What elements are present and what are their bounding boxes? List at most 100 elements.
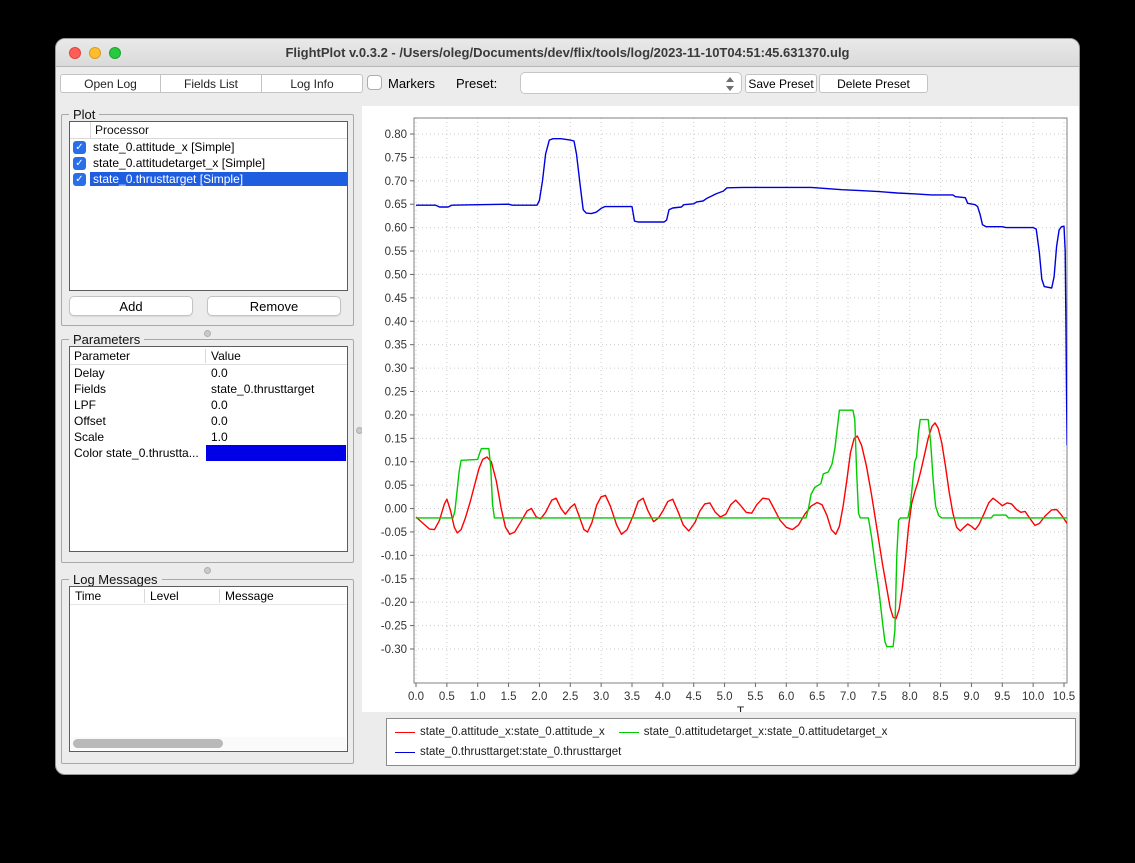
y-tick-label: 0.10 — [385, 457, 407, 469]
toolbar-button-group: Open Log Fields List Log Info — [60, 74, 363, 93]
save-preset-button[interactable]: Save Preset — [745, 74, 817, 93]
y-tick-label: -0.20 — [381, 597, 407, 609]
parameter-name: Fields — [70, 382, 205, 396]
legend-label: state_0.thrusttarget:state_0.thrusttarge… — [420, 746, 621, 758]
processor-list-item[interactable]: ✓ state_0.attitude_x [Simple] — [70, 139, 347, 155]
x-tick-label: 2.5 — [562, 691, 578, 703]
add-button[interactable]: Add — [69, 296, 193, 316]
x-tick-label: 0.5 — [439, 691, 455, 703]
series-line-state_0.attitudetarget_x[interactable] — [416, 410, 1067, 647]
log-messages-panel-title: Log Messages — [69, 572, 162, 587]
combobox-stepper-icon[interactable] — [725, 75, 735, 93]
y-tick-label: 0.45 — [385, 293, 407, 305]
value-column-header: Value — [205, 349, 347, 363]
toolbar: Open Log Fields List Log Info Markers Pr… — [56, 68, 1079, 98]
splitter-handle[interactable] — [204, 330, 211, 337]
series-line-state_0.thrusttarget[interactable] — [416, 139, 1067, 446]
close-window-button[interactable] — [69, 47, 81, 59]
parameter-row[interactable]: Delay0.0 — [70, 365, 347, 381]
processor-list-item[interactable]: ✓ state_0.attitudetarget_x [Simple] — [70, 155, 347, 171]
flight-data-chart[interactable]: 0.800.750.700.650.600.550.500.450.400.35… — [371, 106, 1076, 712]
scrollbar-thumb[interactable] — [73, 739, 223, 748]
y-tick-label: 0.40 — [385, 316, 407, 328]
x-tick-label: 6.0 — [778, 691, 794, 703]
processor-list[interactable]: Processor ✓state_0.attitude_x [Simple]✓s… — [69, 121, 348, 291]
x-tick-label: 5.0 — [717, 691, 733, 703]
legend-line-sample — [395, 732, 415, 733]
open-log-button[interactable]: Open Log — [60, 74, 161, 93]
legend-label: state_0.attitudetarget_x:state_0.attitud… — [644, 726, 888, 738]
color-parameter-name: Color state_0.thrustta... — [70, 446, 205, 460]
parameters-table-header: Parameter Value — [70, 347, 347, 365]
y-tick-label: 0.75 — [385, 152, 407, 164]
processor-rows: ✓ state_0.attitude_x [Simple] ✓ state_0.att… — [70, 139, 347, 187]
preset-combobox[interactable] — [520, 72, 742, 94]
item-label: state_0.attitude_x [Simple] — [90, 140, 237, 154]
fields-list-button[interactable]: Fields List — [161, 74, 262, 93]
x-tick-label: 6.5 — [809, 691, 825, 703]
x-tick-label: 4.5 — [686, 691, 702, 703]
parameters-table[interactable]: Parameter Value Delay0.0Fieldsstate_0.th… — [69, 346, 348, 552]
parameter-name: Scale — [70, 430, 205, 444]
markers-checkbox[interactable] — [367, 75, 382, 90]
parameter-value: 0.0 — [205, 414, 347, 428]
x-axis-label: T — [737, 704, 745, 712]
processor-list-header: Processor — [70, 122, 347, 139]
parameters-panel: Parameters Parameter Value Delay0.0Field… — [61, 339, 354, 563]
item-checkbox[interactable]: ✓ — [73, 173, 86, 186]
parameter-value: state_0.thrusttarget — [205, 382, 347, 396]
parameter-value: 1.0 — [205, 430, 347, 444]
item-label: state_0.attitudetarget_x [Simple] — [90, 156, 268, 170]
processor-list-item[interactable]: ✓state_0.thrusttarget [Simple] — [70, 171, 347, 187]
parameter-row[interactable]: Scale1.0 — [70, 429, 347, 445]
color-parameter-row[interactable]: Color state_0.thrustta... — [70, 445, 347, 461]
x-tick-label: 3.0 — [593, 691, 609, 703]
x-tick-label: 7.0 — [840, 691, 856, 703]
splitter-handle[interactable] — [204, 567, 211, 574]
time-column-header: Time — [70, 589, 144, 603]
y-tick-label: 0.65 — [385, 199, 407, 211]
log-info-button[interactable]: Log Info — [262, 74, 363, 93]
y-tick-label: 0.35 — [385, 340, 407, 352]
parameter-row[interactable]: LPF0.0 — [70, 397, 347, 413]
x-tick-label: 10.5 — [1053, 691, 1075, 703]
title-bar[interactable]: FlightPlot v.0.3.2 - /Users/oleg/Documen… — [56, 39, 1079, 67]
horizontal-scrollbar[interactable] — [71, 737, 346, 750]
y-tick-label: -0.05 — [381, 527, 407, 539]
delete-preset-button[interactable]: Delete Preset — [819, 74, 928, 93]
level-column-header: Level — [144, 589, 219, 603]
log-messages-panel: Log Messages Time Level Message — [61, 579, 354, 764]
y-tick-label: -0.25 — [381, 621, 407, 633]
parameter-name: Delay — [70, 366, 205, 380]
x-tick-label: 2.0 — [531, 691, 547, 703]
x-tick-label: 10.0 — [1022, 691, 1044, 703]
y-tick-label: 0.05 — [385, 480, 407, 492]
chevron-down-icon — [726, 86, 734, 91]
y-tick-label: 0.70 — [385, 176, 407, 188]
color-swatch[interactable] — [206, 445, 346, 461]
x-tick-label: 9.0 — [963, 691, 979, 703]
zoom-window-button[interactable] — [109, 47, 121, 59]
parameter-value: 0.0 — [205, 398, 347, 412]
legend-item: state_0.attitudetarget_x:state_0.attitud… — [619, 724, 888, 740]
remove-button[interactable]: Remove — [207, 296, 341, 316]
y-tick-label: 0.25 — [385, 387, 407, 399]
y-tick-label: 0.00 — [385, 504, 407, 516]
series-line-state_0.attitude_x[interactable] — [416, 423, 1067, 619]
minimize-window-button[interactable] — [89, 47, 101, 59]
y-tick-label: 0.30 — [385, 363, 407, 375]
flightplot-window: FlightPlot v.0.3.2 - /Users/oleg/Documen… — [55, 38, 1080, 775]
chevron-up-icon — [726, 77, 734, 82]
item-checkbox[interactable]: ✓ — [73, 157, 86, 170]
parameter-row[interactable]: Offset0.0 — [70, 413, 347, 429]
window-title: FlightPlot v.0.3.2 - /Users/oleg/Documen… — [285, 45, 849, 60]
preset-label: Preset: — [456, 76, 497, 91]
parameter-row[interactable]: Fieldsstate_0.thrusttarget — [70, 381, 347, 397]
parameter-column-header: Parameter — [70, 349, 205, 363]
log-messages-table[interactable]: Time Level Message — [69, 586, 348, 752]
x-tick-label: 7.5 — [871, 691, 887, 703]
y-tick-label: 0.55 — [385, 246, 407, 258]
y-tick-label: 0.60 — [385, 223, 407, 235]
item-checkbox[interactable]: ✓ — [73, 141, 86, 154]
parameter-rows: Delay0.0Fieldsstate_0.thrusttargetLPF0.0… — [70, 365, 347, 445]
